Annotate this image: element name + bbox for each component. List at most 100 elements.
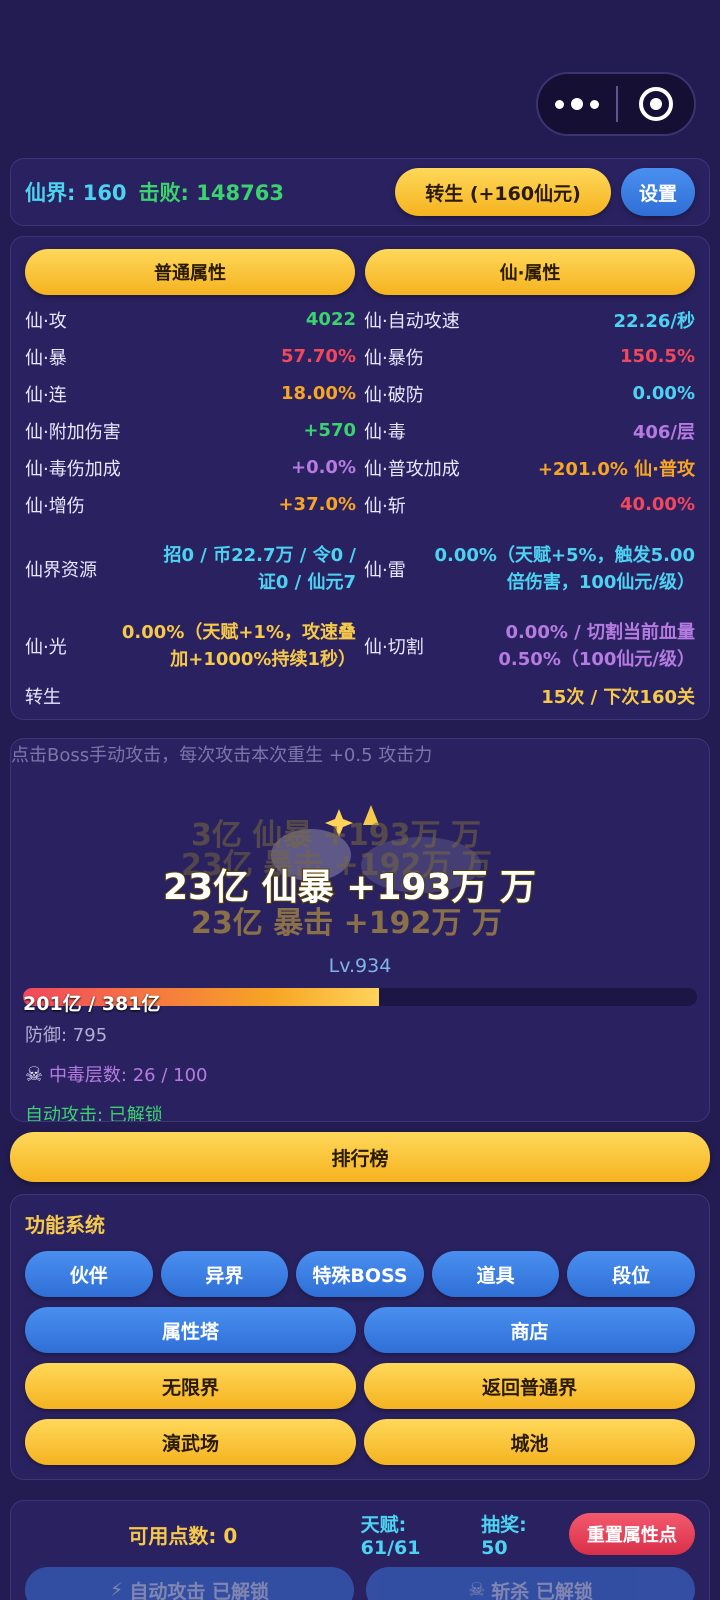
stat-value: 0.00%（天赋+5%，触发5.00倍伤害，100仙元/级）	[434, 545, 696, 593]
stat-value: 15次 / 下次160关	[541, 686, 695, 708]
stat-value: 18.00%	[281, 383, 356, 404]
boss-level: Lv.934	[328, 955, 392, 977]
auto-attack-button[interactable]: ⚡ 自动攻击 已解锁	[25, 1567, 354, 1600]
stat-row: 仙·连 18.00%	[25, 375, 356, 412]
partner-button[interactable]: 伙伴	[25, 1251, 153, 1297]
stat-row: 仙·毒伤加成 +0.0%	[25, 449, 356, 486]
arena-button[interactable]: 演武场	[25, 1419, 356, 1465]
stat-value: 57.70%	[281, 346, 356, 367]
stat-row: 仙·附加伤害 +570	[25, 412, 356, 449]
stat-label: 仙·毒伤加成	[25, 458, 121, 480]
stat-row: 仙界资源 招0 / 币22.7万 / 令0 / 证0 / 仙元7	[25, 523, 356, 615]
tab-normal-attributes[interactable]: 普通属性	[25, 249, 355, 295]
function-row: 无限界 返回普通界	[25, 1363, 695, 1409]
stats-panel: 普通属性 仙·属性 仙·攻 4022 仙·自动攻速 22.26/秒 仙·暴 57.70…	[10, 236, 710, 720]
stat-label: 仙·斩	[364, 495, 406, 517]
rebirth-row: 转生 15次 / 下次160关	[25, 677, 695, 714]
stats-tabs: 普通属性 仙·属性	[25, 249, 695, 295]
stat-row: 仙·切割 0.00% / 切割当前血量0.50%（100仙元/级）	[364, 615, 695, 677]
skull-icon: ☠	[468, 1579, 486, 1600]
stat-value: 150.5%	[620, 346, 695, 367]
stat-row: 仙·自动攻速 22.26/秒	[364, 301, 695, 338]
stats-grid: 仙·攻 4022 仙·自动攻速 22.26/秒 仙·暴 57.70% 仙·暴伤 150.…	[25, 301, 695, 714]
stat-row: 仙·暴 57.70%	[25, 338, 356, 375]
stat-value: 22.26/秒	[613, 310, 695, 332]
execute-label: 斩杀 已解锁	[491, 1580, 593, 1600]
attribute-tower-button[interactable]: 属性塔	[25, 1307, 356, 1353]
lightning-icon: ⚡	[110, 1579, 124, 1600]
return-normal-realm-button[interactable]: 返回普通界	[364, 1363, 695, 1409]
stat-value: 40.00%	[620, 494, 695, 515]
stat-label: 仙·普攻加成	[364, 458, 460, 480]
damage-popup: 23亿 仙暴 +193万 万	[162, 866, 537, 909]
poison-stacks: ☠ 中毒层数: 26 / 100	[25, 1061, 208, 1087]
stat-label: 仙·自动攻速	[364, 310, 460, 332]
realm-level: 仙界: 160	[25, 181, 127, 205]
stat-row: 仙·破防 0.00%	[364, 375, 695, 412]
stat-label: 仙·雷	[364, 560, 406, 581]
function-row: 属性塔 商店	[25, 1307, 695, 1353]
shop-button[interactable]: 商店	[364, 1307, 695, 1353]
available-points: 可用点数: 0	[128, 1523, 238, 1548]
stat-row: 仙·毒 406/层	[364, 412, 695, 449]
stat-value: +37.0%	[278, 494, 356, 515]
boss-defense: 防御: 795	[25, 1025, 108, 1046]
stat-label: 仙·破防	[364, 384, 424, 406]
stat-row: 仙·暴伤 150.5%	[364, 338, 695, 375]
damage-text: 23亿 仙暴 +193万 万	[163, 867, 536, 908]
stat-label: 仙·切割	[364, 637, 424, 658]
special-boss-button[interactable]: 特殊BOSS	[296, 1251, 424, 1297]
ranking-button[interactable]: 排行榜	[10, 1132, 710, 1182]
stat-value: +201.0% 仙·普攻	[537, 458, 695, 480]
function-row: 伙伴 异界 特殊BOSS 道具 段位	[25, 1251, 695, 1297]
auto-attack-status: 自动攻击: 已解锁	[25, 1105, 163, 1122]
rebirth-button[interactable]: 转生 (+160仙元)	[395, 168, 611, 216]
stat-label: 仙·毒	[364, 421, 406, 443]
stat-value: 4022	[305, 309, 356, 330]
stat-value: 招0 / 币22.7万 / 令0 / 证0 / 仙元7	[163, 545, 356, 593]
items-button[interactable]: 道具	[431, 1251, 560, 1297]
execute-button[interactable]: ☠ 斩杀 已解锁	[366, 1567, 695, 1600]
stat-value: 406/层	[632, 421, 695, 443]
points-row: 可用点数: 0 天赋: 61/61 抽奖: 50 重置属性点	[25, 1501, 695, 1567]
close-miniprogram-icon[interactable]	[618, 87, 694, 121]
stat-label: 仙·攻	[25, 310, 67, 332]
stat-label: 仙界资源	[25, 560, 97, 581]
boss-panel[interactable]: 点击Boss手动攻击，每次攻击本次重生 +0.5 攻击力 3亿 仙暴 +193万…	[10, 738, 710, 1122]
stat-value: 0.00%	[632, 383, 695, 404]
unlock-row: ⚡ 自动攻击 已解锁 ☠ 斩杀 已解锁	[25, 1567, 695, 1600]
function-system-panel: 功能系统 伙伴 异界 特殊BOSS 道具 段位 属性塔 商店 无限界 返回普通界…	[10, 1194, 710, 1480]
infinite-realm-button[interactable]: 无限界	[25, 1363, 356, 1409]
stat-row: 仙·增伤 +37.0%	[25, 486, 356, 523]
otherworld-button[interactable]: 异界	[160, 1251, 289, 1297]
miniprogram-capsule	[536, 72, 696, 136]
lottery-count: 抽奖: 50	[481, 1513, 527, 1559]
city-button[interactable]: 城池	[364, 1419, 695, 1465]
tab-immortal-attributes[interactable]: 仙·属性	[365, 249, 695, 295]
settings-button[interactable]: 设置	[621, 168, 695, 216]
stat-row: 仙·攻 4022	[25, 301, 356, 338]
stat-label: 仙·暴	[25, 347, 67, 369]
stat-row: 仙·斩 40.00%	[364, 486, 695, 523]
stat-label: 仙·连	[25, 384, 67, 406]
stat-label: 仙·暴伤	[364, 347, 424, 369]
boss-hp-text: 201亿 / 381亿	[23, 993, 161, 1015]
stat-value: 0.00%（天赋+1%，攻速叠加+1000%持续1秒）	[121, 622, 356, 670]
function-row: 演武场 城池	[25, 1419, 695, 1465]
stat-label: 仙·增伤	[25, 495, 85, 517]
stat-value: 0.00% / 切割当前血量0.50%（100仙元/级）	[498, 622, 695, 670]
stat-label: 仙·光	[25, 637, 67, 658]
skull-icon: ☠	[25, 1062, 43, 1086]
stat-label: 仙·附加伤害	[25, 421, 121, 443]
reset-points-button[interactable]: 重置属性点	[568, 1513, 695, 1555]
more-menu-icon[interactable]	[538, 98, 616, 110]
function-system-title: 功能系统	[25, 1213, 105, 1237]
stat-row: 仙·雷 0.00%（天赋+5%，触发5.00倍伤害，100仙元/级）	[364, 523, 695, 615]
status-bar: 仙界: 160 击败: 148763 转生 (+160仙元) 设置	[10, 158, 710, 226]
talent-count: 天赋: 61/61	[360, 1513, 421, 1559]
attack-hint: 点击Boss手动攻击，每次攻击本次重生 +0.5 攻击力	[11, 745, 433, 766]
points-panel: 可用点数: 0 天赋: 61/61 抽奖: 50 重置属性点 ⚡ 自动攻击 已解锁…	[10, 1500, 710, 1600]
auto-attack-label: 自动攻击 已解锁	[129, 1580, 269, 1600]
poison-stacks-label: 中毒层数: 26 / 100	[48, 1065, 208, 1086]
rank-tier-button[interactable]: 段位	[567, 1251, 695, 1297]
